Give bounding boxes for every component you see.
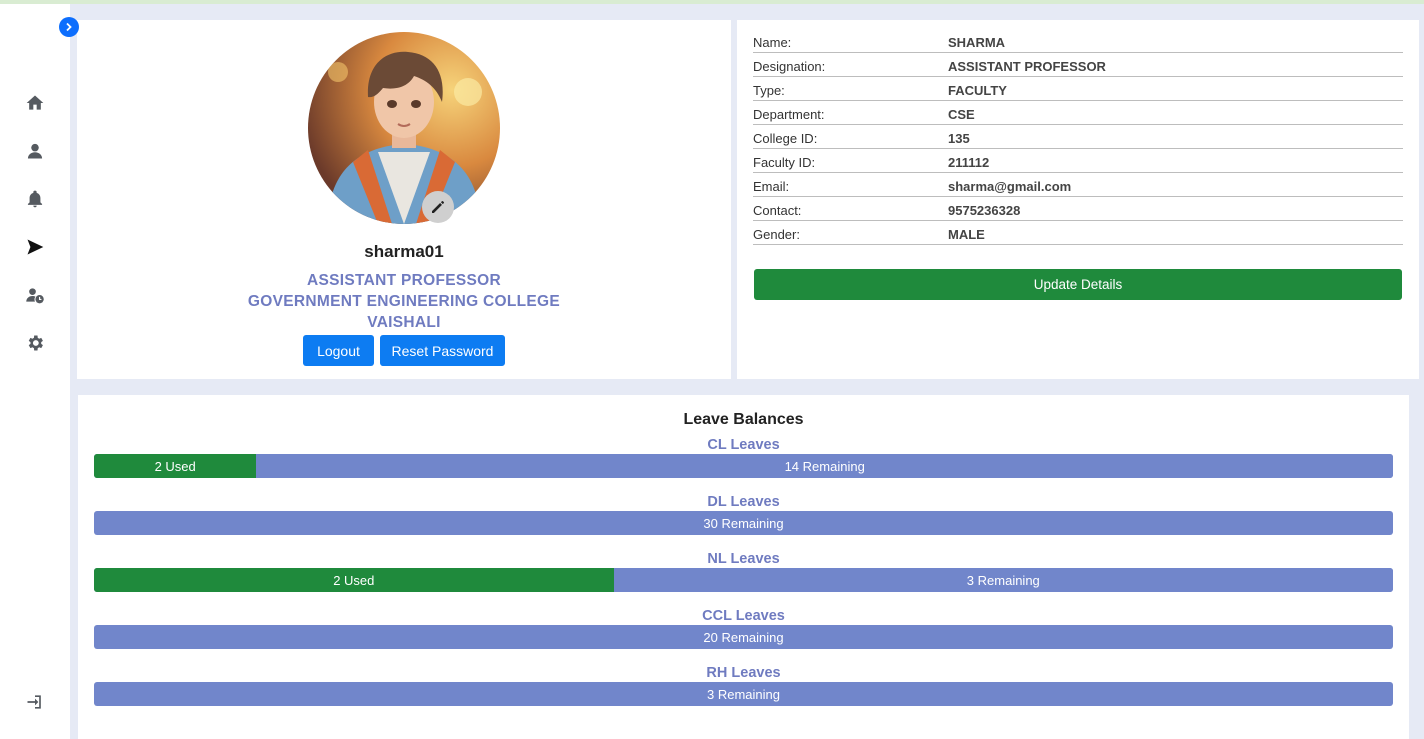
detail-label: College ID: bbox=[753, 131, 818, 146]
detail-value: sharma@gmail.com bbox=[948, 179, 1072, 194]
leave-name-ccl: CCL Leaves bbox=[702, 608, 785, 624]
gear-icon[interactable] bbox=[23, 331, 47, 355]
leave-remaining-segment: 14 Remaining bbox=[256, 454, 1393, 478]
profile-card: sharma01 ASSISTANT PROFESSOR GOVERNMENT … bbox=[77, 20, 731, 379]
home-icon[interactable] bbox=[23, 91, 47, 115]
leave-name-dl: DL Leaves bbox=[707, 494, 780, 510]
edit-avatar-button[interactable] bbox=[422, 191, 454, 223]
leave-name-nl: NL Leaves bbox=[707, 551, 780, 567]
detail-row-contact: Contact: 9575236328 bbox=[753, 197, 1403, 221]
detail-value: 135 bbox=[948, 131, 970, 146]
detail-label: Department: bbox=[753, 107, 825, 122]
leave-bar-dl: 30 Remaining bbox=[94, 511, 1393, 535]
detail-label: Faculty ID: bbox=[753, 155, 816, 170]
leave-remaining-segment: 20 Remaining bbox=[94, 625, 1393, 649]
user-clock-icon[interactable] bbox=[23, 283, 47, 307]
leave-bar-cl: 2 Used 14 Remaining bbox=[94, 454, 1393, 478]
college-location: VAISHALI bbox=[367, 314, 441, 331]
detail-row-college-id: College ID: 135 bbox=[753, 125, 1403, 149]
leave-remaining-segment: 3 Remaining bbox=[613, 568, 1393, 592]
leave-remaining-segment: 3 Remaining bbox=[94, 682, 1393, 706]
college-name: GOVERNMENT ENGINEERING COLLEGE bbox=[247, 293, 561, 310]
leave-balances-title: Leave Balances bbox=[683, 411, 804, 428]
username: sharma01 bbox=[364, 242, 444, 261]
detail-value: 211112 bbox=[948, 155, 990, 170]
leave-remaining-segment: 30 Remaining bbox=[94, 511, 1393, 535]
leave-bar-nl: 2 Used 3 Remaining bbox=[94, 568, 1393, 592]
detail-row-department: Department: CSE bbox=[753, 101, 1403, 125]
detail-value: CSE bbox=[948, 107, 975, 122]
logout-button[interactable]: Logout bbox=[303, 335, 374, 366]
logout-icon[interactable] bbox=[23, 690, 47, 714]
sidebar bbox=[0, 4, 70, 739]
leave-balances-card: Leave Balances CL Leaves 2 Used 14 Remai… bbox=[78, 395, 1409, 739]
detail-label: Email: bbox=[753, 179, 790, 194]
pencil-icon bbox=[432, 201, 444, 213]
detail-label: Contact: bbox=[753, 203, 802, 218]
bell-icon[interactable] bbox=[23, 187, 47, 211]
detail-value: FACULTY bbox=[948, 83, 1007, 98]
detail-value: ASSISTANT PROFESSOR bbox=[948, 59, 1106, 74]
detail-label: Designation: bbox=[753, 59, 826, 74]
chevron-right-icon bbox=[66, 22, 72, 32]
update-details-button[interactable]: Update Details bbox=[754, 269, 1402, 300]
leave-name-cl: CL Leaves bbox=[707, 437, 780, 453]
send-icon[interactable] bbox=[23, 235, 47, 259]
detail-row-faculty-id: Faculty ID: 211112 bbox=[753, 149, 1403, 173]
sidebar-toggle-button[interactable] bbox=[59, 17, 79, 37]
reset-password-button[interactable]: Reset Password bbox=[380, 335, 505, 366]
detail-row-type: Type: FACULTY bbox=[753, 77, 1403, 101]
designation-text: ASSISTANT PROFESSOR bbox=[306, 272, 502, 289]
details-card: Name: SHARMA Designation: ASSISTANT PROF… bbox=[737, 20, 1419, 379]
user-icon[interactable] bbox=[23, 139, 47, 163]
leave-bar-rh: 3 Remaining bbox=[94, 682, 1393, 706]
detail-label: Gender: bbox=[753, 227, 800, 242]
detail-row-email: Email: sharma@gmail.com bbox=[753, 173, 1403, 197]
detail-row-gender: Gender: MALE bbox=[753, 221, 1403, 245]
leave-used-segment: 2 Used bbox=[94, 568, 614, 592]
leave-bar-ccl: 20 Remaining bbox=[94, 625, 1393, 649]
detail-value: MALE bbox=[948, 227, 985, 242]
detail-row-name: Name: SHARMA bbox=[753, 29, 1403, 53]
detail-value: SHARMA bbox=[948, 35, 1006, 50]
detail-row-designation: Designation: ASSISTANT PROFESSOR bbox=[753, 53, 1403, 77]
detail-label: Type: bbox=[753, 83, 785, 98]
avatar bbox=[308, 32, 500, 224]
detail-value: 9575236328 bbox=[948, 203, 1021, 218]
leave-used-segment: 2 Used bbox=[94, 454, 257, 478]
leave-name-rh: RH Leaves bbox=[706, 665, 781, 681]
top-bar bbox=[0, 0, 1424, 4]
detail-label: Name: bbox=[753, 35, 792, 50]
